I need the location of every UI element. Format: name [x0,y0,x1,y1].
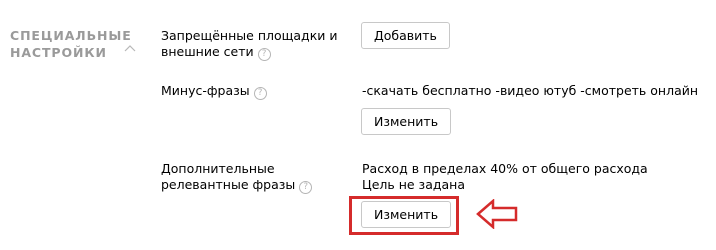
blocked-sites-label-line1: Запрещённые площадки и [161,28,338,43]
blocked-sites-label-line2-wrap: внешние сети? [161,44,337,61]
extra-phrases-value-line1: Расход в пределах 40% от общего расхода [362,161,648,176]
section-title: СПЕЦИАЛЬНЫЕ НАСТРОЙКИ [10,27,132,61]
help-icon[interactable]: ? [299,181,313,194]
extra-phrases-label-line1: Дополнительные [161,161,275,176]
blocked-sites-label-line2: внешние сети [161,44,254,59]
highlight-box [349,196,459,235]
section-title-line2: НАСТРОЙКИ [10,45,107,60]
help-icon[interactable]: ? [253,87,267,100]
blocked-sites-label: Запрещённые площадки и внешние сети? [161,28,337,61]
negative-keywords-label-text: Минус-фразы [161,83,250,98]
negative-keywords-label: Минус-фразы? [161,83,267,100]
extra-phrases-value-line2: Цель не задана [362,177,466,192]
add-blocked-sites-button[interactable]: Добавить [361,22,450,49]
extra-phrases-value: Расход в пределах 40% от общего расхода … [362,161,648,193]
help-icon[interactable]: ? [257,48,271,61]
left-arrow-outline-icon [476,199,518,229]
chevron-up-icon[interactable] [124,44,136,52]
section-title-line1: СПЕЦИАЛЬНЫЕ [10,28,132,43]
extra-phrases-label-line2-wrap: релевантные фразы? [161,177,313,194]
extra-phrases-label: Дополнительные релевантные фразы? [161,161,313,194]
extra-phrases-label-line2: релевантные фразы [161,177,296,192]
edit-negative-keywords-button[interactable]: Изменить [361,108,452,135]
negative-keywords-value: -скачать бесплатно -видео ютуб -смотреть… [362,83,699,98]
